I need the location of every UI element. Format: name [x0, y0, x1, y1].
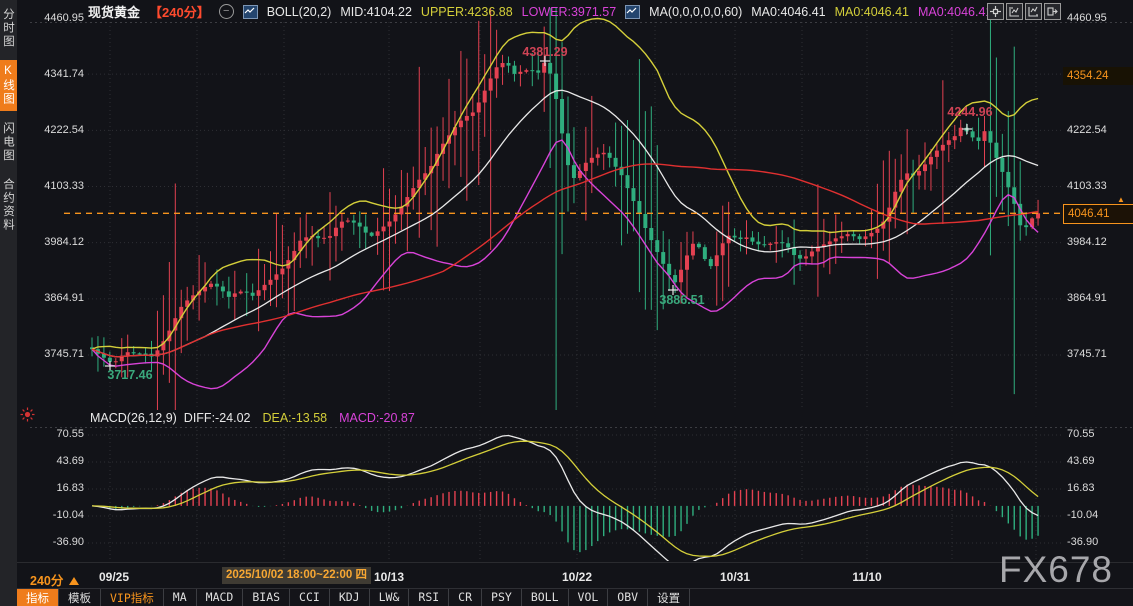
- toolbar-item-MA[interactable]: MA: [164, 589, 197, 606]
- x-axis-date-label: 09/25: [99, 570, 129, 584]
- export-chart-icon[interactable]: [1044, 3, 1061, 20]
- ma-value-2: MA0:4046.41: [835, 5, 909, 19]
- sidebar-tab-合约资料[interactable]: 合约资料: [0, 173, 17, 237]
- macd-header: MACD(26,12,9) DIFF:-24.02 DEA:-13.58 MAC…: [90, 411, 415, 425]
- macd-hist-value: MACD:-20.87: [339, 411, 415, 425]
- price-annotation: 3717.46: [107, 368, 152, 382]
- trading-app-window: 分时图 K线图闪电图合约资料 现货黄金 【240分】 − BOLL(20,2) M…: [0, 0, 1133, 606]
- alert-icon[interactable]: [20, 407, 35, 427]
- ma-value-1: MA0:4046.41: [751, 5, 825, 19]
- toolbar-item-BIAS[interactable]: BIAS: [243, 589, 290, 606]
- axis-zoom-right-icon[interactable]: [1025, 3, 1042, 20]
- toolbar-item-MACD[interactable]: MACD: [197, 589, 244, 606]
- toolbar-item-模板[interactable]: 模板: [59, 589, 101, 606]
- toolbar-item-RSI[interactable]: RSI: [409, 589, 449, 606]
- datetime-tooltip: 2025/10/02 18:00~22:00 四: [222, 567, 371, 584]
- toolbar-item-KDJ[interactable]: KDJ: [330, 589, 370, 606]
- ma-value-3: MA0:4046.41: [918, 5, 992, 19]
- toolbar-item-VOL[interactable]: VOL: [569, 589, 609, 606]
- boll-name: BOLL(20,2): [267, 5, 332, 19]
- triangle-up-icon: [69, 577, 79, 585]
- x-axis-date-label: 10/13: [374, 570, 404, 584]
- toolbar-item-CR[interactable]: CR: [449, 589, 482, 606]
- indicator-chart-icon: [243, 5, 258, 19]
- sidebar-tab-K线图[interactable]: K线图: [0, 60, 17, 111]
- chart-type-sidebar: 分时图 K线图闪电图合约资料: [0, 0, 17, 606]
- price-annotation: 3886.51: [659, 293, 704, 307]
- boll-mid-value: MID:4104.22: [340, 5, 412, 19]
- toolbar-item-CCI[interactable]: CCI: [290, 589, 330, 606]
- macd-dea-value: DEA:-13.58: [262, 411, 327, 425]
- chart-tool-buttons: [987, 3, 1061, 20]
- x-axis-date-label: 10/31: [720, 570, 750, 584]
- chart-canvas[interactable]: [0, 0, 1133, 606]
- boll-upper-value: UPPER:4236.88: [421, 5, 513, 19]
- collapse-indicator-icon[interactable]: −: [219, 4, 234, 19]
- toolbar-item-设置[interactable]: 设置: [648, 589, 690, 606]
- price-annotation: 4244.96: [947, 105, 992, 119]
- boll-lower-value: LOWER:3971.57: [522, 5, 617, 19]
- toolbar-item-指标[interactable]: 指标: [17, 589, 59, 606]
- x-axis-date-label: 11/10: [852, 570, 881, 584]
- crosshair-icon[interactable]: [987, 3, 1004, 20]
- x-axis-row: 240分 2025/10/02 18:00~22:00 四 09/25 10/13…: [0, 563, 1133, 589]
- current-price-marker: 4046.41: [1063, 204, 1133, 224]
- x-axis-date-label: 10/22: [562, 570, 592, 584]
- high-price-marker: 4354.24: [1063, 67, 1133, 85]
- indicator-chart-icon: [625, 5, 640, 19]
- sidebar-tab-分时图[interactable]: 分时图: [0, 3, 17, 54]
- toolbar-item-OBV[interactable]: OBV: [608, 589, 648, 606]
- price-annotation: 4381.29: [522, 45, 567, 59]
- period-selector[interactable]: 240分: [30, 570, 79, 589]
- symbol-name: 现货黄金: [88, 2, 140, 21]
- toolbar-item-PSY[interactable]: PSY: [482, 589, 522, 606]
- chart-header: 现货黄金 【240分】 − BOLL(20,2) MID:4104.22 UPP…: [88, 3, 992, 20]
- toolbar-item-BOLL[interactable]: BOLL: [522, 589, 569, 606]
- ma-name: MA(0,0,0,0,0,60): [649, 5, 742, 19]
- toolbar-item-VIP指标[interactable]: VIP指标: [101, 589, 164, 606]
- sidebar-tab-闪电图[interactable]: 闪电图: [0, 117, 17, 168]
- toolbar-item-LW&[interactable]: LW&: [370, 589, 410, 606]
- indicator-toolbar: 指标模板VIP指标MAMACDBIASCCIKDJLW&RSICRPSYBOLL…: [17, 588, 1133, 606]
- price-up-arrow-icon: ▲: [1117, 196, 1125, 204]
- axis-zoom-left-icon[interactable]: [1006, 3, 1023, 20]
- period-label: 【240分】: [149, 2, 210, 21]
- macd-name: MACD(26,12,9): [90, 411, 177, 425]
- macd-diff-value: DIFF:-24.02: [184, 411, 251, 425]
